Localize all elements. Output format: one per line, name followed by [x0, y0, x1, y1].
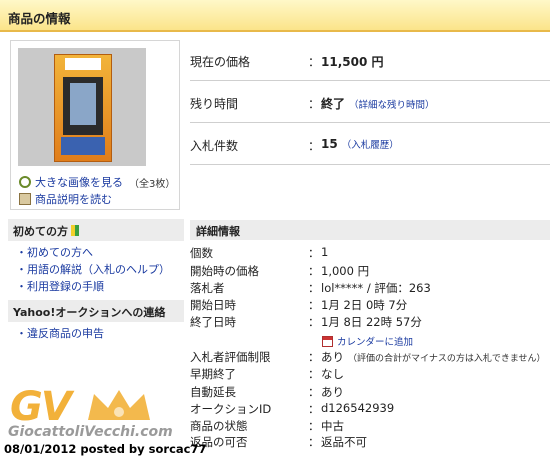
details-header: 詳細情報	[190, 220, 550, 240]
remaining-time-label: 残り時間	[190, 97, 239, 111]
magnifier-icon	[19, 176, 31, 188]
remaining-time-value: 終了	[321, 97, 346, 111]
read-description-link[interactable]: 商品説明を読む	[19, 191, 112, 207]
current-price-label: 現在の価格	[190, 55, 251, 69]
detailed-remaining-time-link[interactable]: （詳細な残り時間）	[349, 100, 435, 111]
detail-value: 中古	[321, 419, 344, 433]
sidebar-link-glossary[interactable]: 用語の解説（入札のヘルプ）	[16, 261, 170, 277]
sidebar-link-beginner-guide[interactable]: 初めての方へ	[16, 244, 93, 260]
crown-icon	[88, 390, 150, 420]
add-to-calendar-label: カレンダーに追加	[337, 337, 414, 348]
bid-count-value: 15	[321, 137, 338, 151]
detail-value: 1	[321, 245, 329, 259]
detail-value: 1月 8日 22時 57分	[321, 315, 422, 329]
detail-value: あり	[321, 385, 344, 399]
detail-label: 自動延長	[190, 385, 236, 399]
details-title: 詳細情報	[196, 225, 240, 238]
sidebar-link-registration[interactable]: 利用登録の手順	[16, 278, 104, 294]
divider	[190, 164, 550, 165]
enlarge-image-label: 大きな画像を見る	[35, 176, 123, 189]
detail-label: 商品の状態	[190, 419, 248, 433]
detail-label: 終了日時	[190, 315, 236, 329]
calendar-icon	[322, 335, 333, 347]
bid-count-label: 入札件数	[190, 139, 239, 153]
enlarge-image-link[interactable]: 大きな画像を見る （全3枚）	[19, 174, 175, 190]
beginner-section-title: 初めての方	[13, 225, 68, 238]
section-title: 商品の情報	[8, 11, 71, 26]
current-price-value: 11,500 円	[321, 55, 384, 69]
add-to-calendar-link[interactable]: カレンダーに追加	[322, 334, 413, 348]
detail-label: オークションID	[190, 402, 272, 416]
divider	[190, 80, 550, 81]
detail-label: 個数	[190, 246, 213, 260]
beginner-mark-icon	[71, 225, 79, 236]
toy-box-image	[54, 54, 112, 162]
thumbnail-panel: 大きな画像を見る （全3枚） 商品説明を読む	[10, 40, 180, 210]
posted-by-caption: 08/01/2012 posted by sorcac77	[4, 442, 207, 456]
detail-label: 開始日時	[190, 298, 236, 312]
divider	[190, 122, 550, 123]
bid-history-link[interactable]: （入札履歴）	[342, 140, 399, 151]
detail-label: 入札者評価制限	[190, 350, 271, 364]
detail-label: 早期終了	[190, 367, 236, 381]
detail-value: なし	[321, 367, 344, 381]
detail-value: 1月 2日 0時 7分	[321, 298, 408, 312]
read-description-label: 商品説明を読む	[35, 193, 112, 206]
item-thumbnail[interactable]	[18, 48, 146, 166]
detail-value: 1,000 円	[321, 264, 370, 278]
detail-label: 開始時の価格	[190, 264, 259, 278]
contact-section-header: Yahoo!オークションへの連絡	[8, 300, 184, 322]
section-header: 商品の情報	[0, 0, 550, 32]
winner-link[interactable]: lol***** / 評価：263	[321, 280, 431, 296]
contact-section-title: Yahoo!オークションへの連絡	[13, 306, 166, 319]
beginner-section-header: 初めての方	[8, 219, 184, 241]
sidebar-link-report-violation[interactable]: 違反商品の申告	[16, 325, 104, 341]
site-name: GiocattoliVecchi.com	[8, 424, 173, 440]
detail-note: （評価の合計がマイナスの方は入札できません）	[348, 354, 546, 364]
detail-value: あり	[321, 350, 344, 364]
image-count: （全3枚）	[129, 178, 176, 190]
detail-value: d126542939	[321, 401, 395, 415]
detail-label: 落札者	[190, 281, 225, 295]
detail-value: 返品不可	[321, 435, 367, 449]
book-icon	[19, 193, 31, 205]
